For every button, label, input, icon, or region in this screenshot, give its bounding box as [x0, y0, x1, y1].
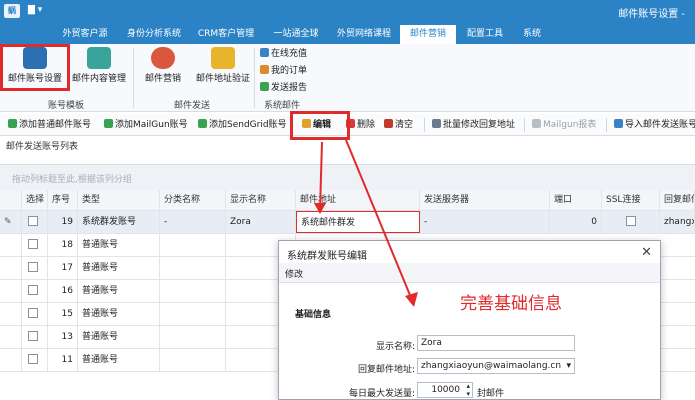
arrow-line	[345, 139, 413, 301]
arrow-line	[319, 141, 323, 211]
annotation-text: 完善基础信息	[460, 294, 562, 314]
annotation-arrows	[314, 139, 418, 307]
arrow-head-icon	[405, 292, 418, 307]
arrow-head-icon	[314, 203, 326, 214]
